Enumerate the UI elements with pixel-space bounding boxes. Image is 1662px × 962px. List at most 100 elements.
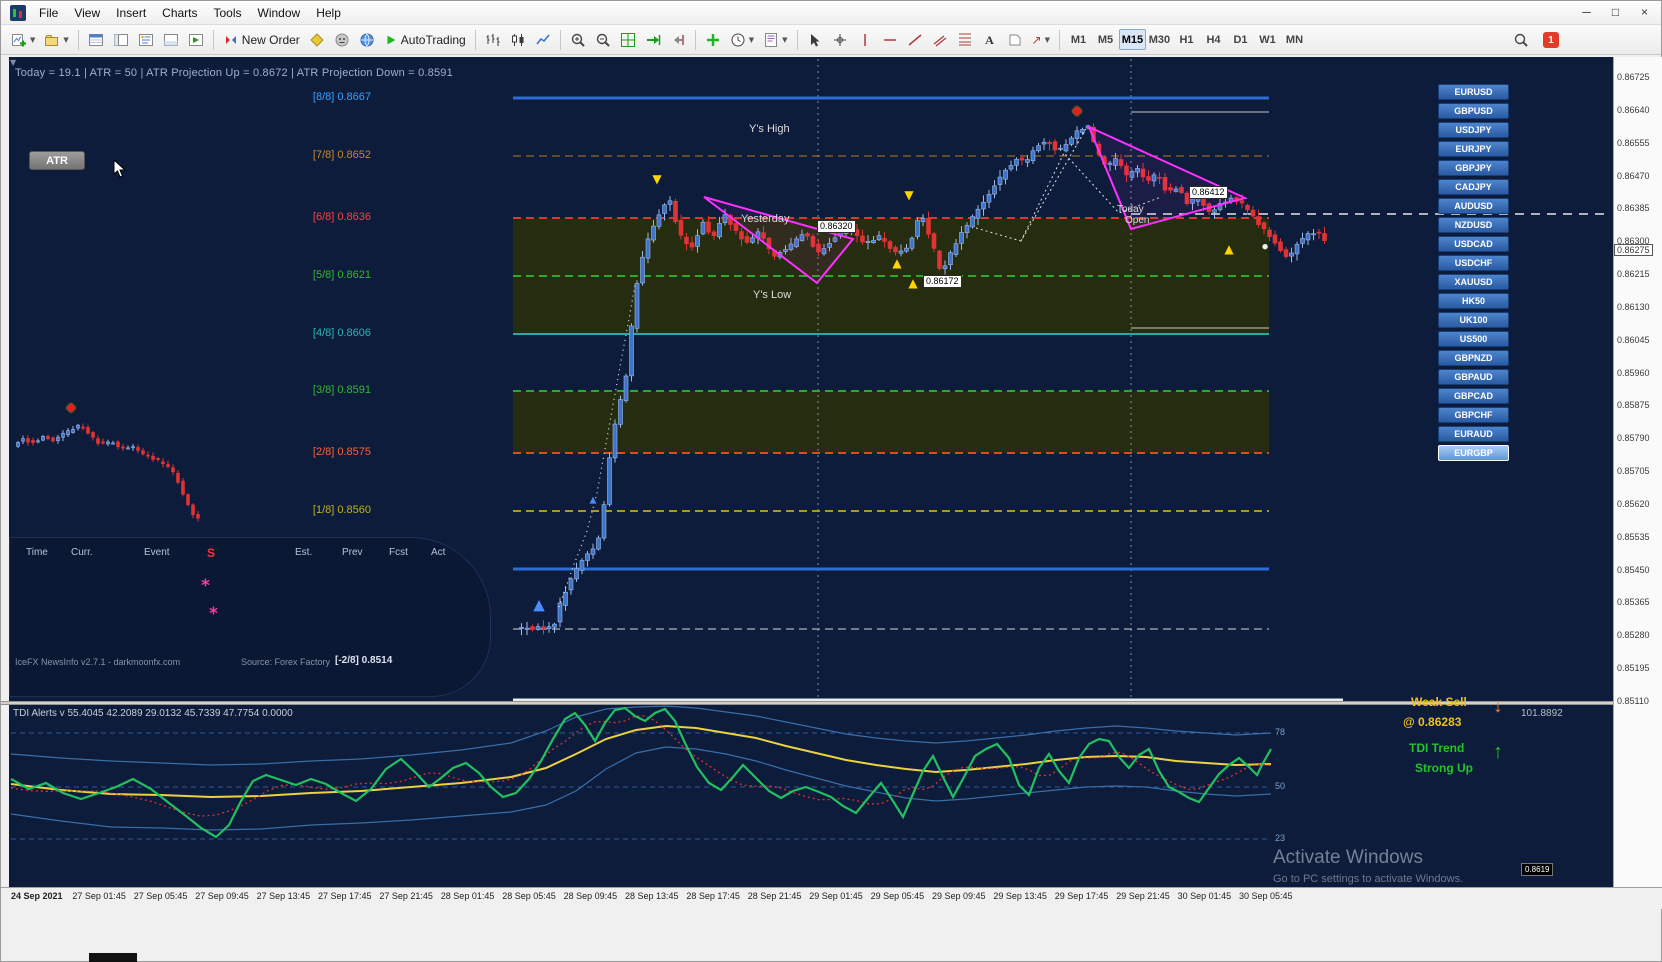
navigator-button[interactable] (134, 28, 158, 52)
time-axis[interactable] (1, 887, 1662, 909)
symbol-button-us500[interactable]: US500 (1438, 331, 1509, 347)
navigator-icon (138, 33, 153, 46)
chart-shift-button[interactable] (666, 28, 690, 52)
autotrading-button[interactable]: AutoTrading (380, 28, 470, 52)
timeframe-h1[interactable]: H1 (1173, 29, 1200, 50)
menu-tools[interactable]: Tools (206, 3, 250, 23)
autotrading-label: AutoTrading (400, 32, 466, 47)
atr-button[interactable]: ATR (29, 151, 85, 170)
cursor-button[interactable] (803, 28, 827, 52)
symbol-button-nzdusd[interactable]: NZDUSD (1438, 217, 1509, 233)
strategy-tester-icon (188, 33, 203, 46)
symbol-button-usdcad[interactable]: USDCAD (1438, 236, 1509, 252)
symbol-button-gbpusd[interactable]: GBPUSD (1438, 103, 1509, 119)
fibonacci-icon (958, 33, 971, 45)
profiles-button[interactable]: ▼ (40, 28, 72, 52)
timeframe-h4[interactable]: H4 (1200, 29, 1227, 50)
notifications-badge[interactable]: 1 (1543, 32, 1559, 48)
candle-chart-button[interactable] (506, 28, 530, 52)
symbol-button-xauusd[interactable]: XAUUSD (1438, 274, 1509, 290)
periods-clock-icon (731, 33, 745, 46)
horizontal-line-button[interactable] (878, 28, 902, 52)
candle-chart-icon (511, 33, 524, 46)
terminal-icon (163, 33, 178, 46)
timeframe-m5[interactable]: M5 (1092, 29, 1119, 50)
timeframe-w1[interactable]: W1 (1254, 29, 1281, 50)
symbol-button-uk100[interactable]: UK100 (1438, 312, 1509, 328)
bar-chart-button[interactable] (481, 28, 505, 52)
zoom-in-button[interactable] (566, 28, 590, 52)
expert-advisors-button[interactable] (330, 28, 354, 52)
symbol-button-eurusd[interactable]: EURUSD (1438, 84, 1509, 100)
channel-button[interactable] (928, 28, 952, 52)
window-controls: ─ □ × (1572, 2, 1659, 22)
symbol-button-euraud[interactable]: EURAUD (1438, 426, 1509, 442)
channel-icon (933, 34, 946, 47)
text-button[interactable]: A (978, 28, 1002, 52)
tile-windows-button[interactable] (616, 28, 640, 52)
indicators-button[interactable] (701, 28, 725, 52)
auto-scroll-button[interactable] (641, 28, 665, 52)
new-chart-button[interactable]: ▼ (7, 28, 39, 52)
timeframe-m1[interactable]: M1 (1065, 29, 1092, 50)
arrow-shapes-icon: ↗ (1031, 32, 1042, 47)
crosshair-button[interactable] (828, 28, 852, 52)
symbol-button-hk50[interactable]: HK50 (1438, 293, 1509, 309)
cursor-icon (810, 33, 820, 46)
toolbar: ▼ ▼ New Order AutoTrading ▼ ▼ A ↗ ▼ M1 M… (1, 25, 1661, 55)
vertical-line-button[interactable] (853, 28, 877, 52)
shapes-button[interactable]: ↗ ▼ (1028, 28, 1054, 52)
symbol-button-gbpnzd[interactable]: GBPNZD (1438, 350, 1509, 366)
symbol-button-eurjpy[interactable]: EURJPY (1438, 141, 1509, 157)
line-chart-button[interactable] (531, 28, 555, 52)
symbol-button-gbpaud[interactable]: GBPAUD (1438, 369, 1509, 385)
symbol-button-eurgbp[interactable]: EURGBP (1438, 445, 1509, 461)
timeframe-d1[interactable]: D1 (1227, 29, 1254, 50)
symbol-button-gbpjpy[interactable]: GBPJPY (1438, 160, 1509, 176)
timeframe-m15[interactable]: M15 (1118, 29, 1146, 50)
market-button[interactable] (355, 28, 379, 52)
menu-view[interactable]: View (66, 3, 108, 23)
symbol-button-gbpchf[interactable]: GBPCHF (1438, 407, 1509, 423)
menu-window[interactable]: Window (250, 3, 309, 23)
zoom-in-icon (571, 33, 585, 47)
strategy-tester-button[interactable] (184, 28, 208, 52)
close-button[interactable]: × (1630, 2, 1659, 22)
timeframe-m30[interactable]: M30 (1146, 29, 1173, 50)
restore-button[interactable]: □ (1601, 2, 1630, 22)
menu-charts[interactable]: Charts (154, 3, 205, 23)
symbol-button-usdjpy[interactable]: USDJPY (1438, 122, 1509, 138)
terminal-button[interactable] (159, 28, 183, 52)
symbol-button-gbpcad[interactable]: GBPCAD (1438, 388, 1509, 404)
new-order-button[interactable]: New Order (219, 28, 304, 52)
tdi-indicator-panel[interactable] (9, 705, 1613, 887)
search-button[interactable] (1509, 28, 1533, 52)
menu-items: File View Insert Charts Tools Window Help (31, 3, 349, 23)
price-axis[interactable] (1613, 57, 1662, 887)
menu-file[interactable]: File (31, 3, 66, 23)
menu-insert[interactable]: Insert (108, 3, 154, 23)
data-window-icon (113, 33, 128, 46)
symbol-button-usdchf[interactable]: USDCHF (1438, 255, 1509, 271)
market-watch-button[interactable] (84, 28, 108, 52)
label-button[interactable] (1003, 28, 1027, 52)
menu-help[interactable]: Help (308, 3, 349, 23)
market-watch-icon (88, 33, 103, 46)
symbol-button-cadjpy[interactable]: CADJPY (1438, 179, 1509, 195)
symbol-button-audusd[interactable]: AUDUSD (1438, 198, 1509, 214)
autotrading-play-icon (387, 35, 396, 44)
periods-button[interactable]: ▼ (726, 28, 758, 52)
timeframe-mn[interactable]: MN (1281, 29, 1308, 50)
trendline-button[interactable] (903, 28, 927, 52)
fibonacci-button[interactable] (953, 28, 977, 52)
text-icon: A (985, 32, 994, 47)
globe-icon (360, 33, 374, 46)
metaeditor-button[interactable] (305, 28, 329, 52)
horizontal-scrollbar-thumb[interactable] (89, 953, 137, 962)
data-window-button[interactable] (109, 28, 133, 52)
main-chart[interactable] (9, 57, 1613, 701)
zoom-out-button[interactable] (591, 28, 615, 52)
minimize-button[interactable]: ─ (1572, 2, 1601, 22)
label-icon (1009, 34, 1021, 45)
template-button[interactable]: ▼ (759, 28, 791, 52)
